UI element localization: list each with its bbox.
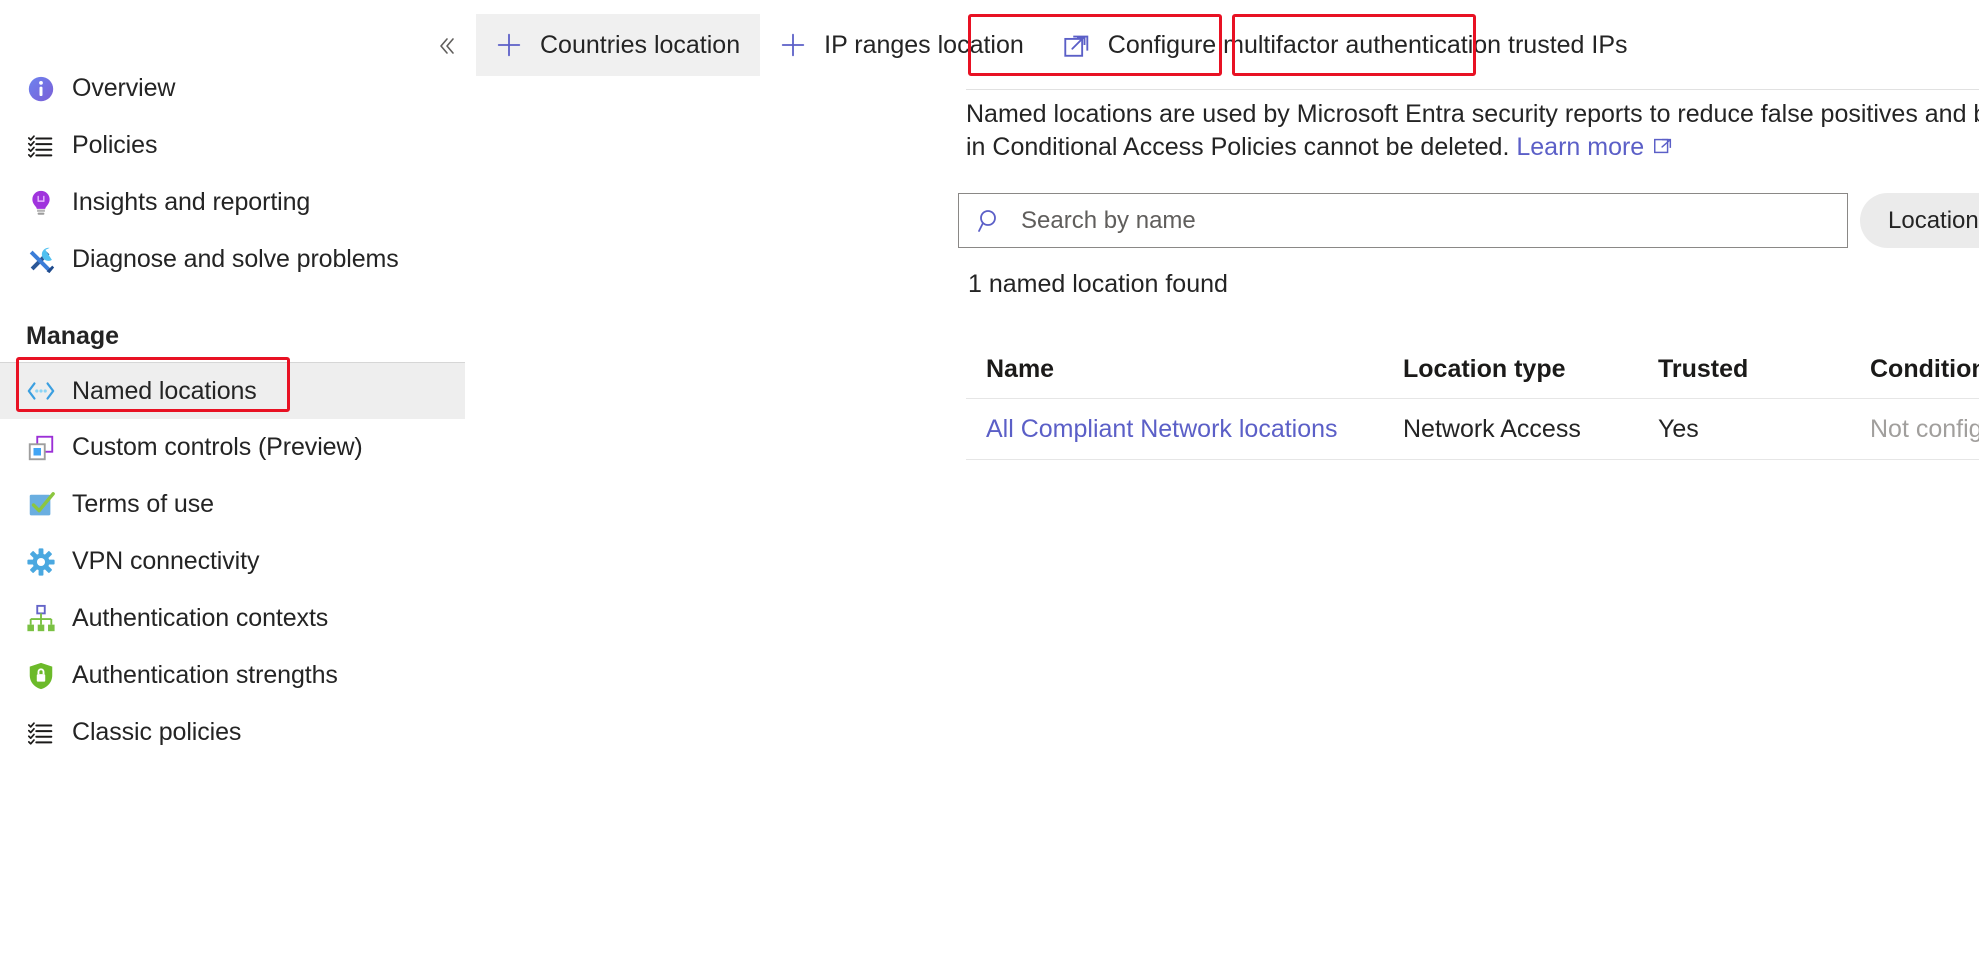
- sidebar-item-label: Terms of use: [72, 490, 214, 518]
- sidebar-item-overview[interactable]: Overview: [0, 60, 465, 117]
- sidebar-section-manage: Manage: [26, 321, 120, 350]
- collapse-sidebar-button[interactable]: [428, 28, 464, 64]
- location-type-filter-pill[interactable]: Location type: A: [1860, 193, 1979, 248]
- named-locations-table: Name Location type Trusted Conditional A…: [966, 340, 1979, 460]
- table-header-row: Name Location type Trusted Conditional A: [966, 340, 1979, 398]
- countries-location-label: Countries location: [540, 30, 741, 59]
- ip-ranges-location-label: IP ranges location: [824, 30, 1024, 59]
- sidebar-item-vpn-connectivity[interactable]: VPN connectivity: [0, 533, 465, 590]
- ip-ranges-location-button[interactable]: IP ranges location: [760, 14, 1044, 76]
- cell-conditional-access: Not configure: [1870, 414, 1979, 443]
- learn-more-label: Learn more: [1516, 133, 1645, 161]
- column-header-conditional-access[interactable]: Conditional A: [1870, 355, 1979, 384]
- plus-icon: [776, 28, 810, 62]
- sidebar-item-label: Insights and reporting: [72, 188, 311, 216]
- description-line-1: Named locations are used by Microsoft En…: [966, 100, 1979, 128]
- result-count: 1 named location found: [968, 270, 1228, 298]
- sidebar-item-label: VPN connectivity: [72, 547, 260, 575]
- checklist-icon: [26, 131, 56, 161]
- sidebar-item-authentication-contexts[interactable]: Authentication contexts: [0, 590, 465, 647]
- sidebar-nav-list: Overview Policies Insights and reporting…: [0, 60, 465, 761]
- description-line-2-text: in Conditional Access Policies cannot be…: [966, 133, 1510, 161]
- sidebar-item-authentication-strengths[interactable]: Authentication strengths: [0, 647, 465, 704]
- sidebar-item-label: Authentication strengths: [72, 661, 338, 689]
- table-row[interactable]: All Compliant Network locations Network …: [966, 398, 1979, 460]
- wrench-screwdriver-icon: [26, 245, 56, 275]
- plus-icon: [492, 28, 526, 62]
- sidebar-item-custom-controls[interactable]: Custom controls (Preview): [0, 419, 465, 476]
- configure-mfa-label: Configure multifactor authentication tru…: [1107, 30, 1628, 59]
- sidebar-item-insights-and-reporting[interactable]: Insights and reporting: [0, 174, 465, 231]
- sidebar: Overview Policies Insights and reporting…: [0, 0, 466, 976]
- command-bar-divider: [966, 89, 1979, 90]
- sidebar-item-named-locations[interactable]: Named locations: [0, 362, 465, 419]
- configure-mfa-trusted-ips-button[interactable]: Configure multifactor authentication tru…: [1044, 14, 1648, 76]
- description-line-2: in Conditional Access Policies cannot be…: [966, 131, 1979, 164]
- column-header-location-type[interactable]: Location type: [1403, 355, 1658, 384]
- external-link-icon: [1652, 133, 1674, 155]
- sidebar-item-terms-of-use[interactable]: Terms of use: [0, 476, 465, 533]
- sidebar-item-label: Custom controls (Preview): [72, 433, 363, 461]
- sidebar-item-label: Diagnose and solve problems: [72, 245, 399, 273]
- main-content: Countries location IP ranges location Co…: [466, 0, 1979, 976]
- app-root: Overview Policies Insights and reporting…: [0, 0, 1979, 976]
- page-description: Named locations are used by Microsoft En…: [966, 98, 1979, 164]
- custom-controls-icon: [26, 433, 56, 463]
- countries-location-button[interactable]: Countries location: [476, 14, 761, 76]
- search-input[interactable]: [1021, 206, 1821, 235]
- search-box[interactable]: [958, 193, 1848, 248]
- sidebar-item-policies[interactable]: Policies: [0, 117, 465, 174]
- gear-icon: [26, 547, 56, 577]
- chevron-double-left-icon: [440, 38, 454, 54]
- cell-location-type: Network Access: [1403, 414, 1581, 443]
- named-locations-icon: [26, 376, 56, 406]
- column-header-trusted[interactable]: Trusted: [1658, 355, 1870, 384]
- sidebar-item-label: Classic policies: [72, 718, 242, 746]
- sidebar-item-classic-policies[interactable]: Classic policies: [0, 704, 465, 761]
- cell-name[interactable]: All Compliant Network locations: [966, 415, 1403, 444]
- info-circle-icon: [26, 74, 56, 104]
- sidebar-item-diagnose-and-solve-problems[interactable]: Diagnose and solve problems: [0, 231, 465, 288]
- lightbulb-icon: [26, 188, 56, 218]
- location-type-filter-label: Location type: A: [1888, 206, 1979, 234]
- search-icon: [975, 206, 1005, 236]
- external-link-icon: [1060, 28, 1094, 62]
- sidebar-item-label: Policies: [72, 131, 158, 159]
- sidebar-item-label: Authentication contexts: [72, 604, 329, 632]
- shield-lock-icon: [26, 661, 56, 691]
- hierarchy-icon: [26, 604, 56, 634]
- command-bar: Countries location IP ranges location Co…: [466, 0, 1979, 90]
- column-header-name[interactable]: Name: [966, 355, 1403, 384]
- checkbox-checked-icon: [26, 490, 56, 520]
- sidebar-item-label: Named locations: [72, 376, 257, 405]
- cell-trusted: Yes: [1658, 414, 1699, 443]
- sidebar-item-label: Overview: [72, 74, 176, 102]
- search-and-filter-row: Location type: A: [958, 193, 1979, 248]
- learn-more-link[interactable]: Learn more: [1516, 133, 1674, 161]
- checklist-icon: [26, 718, 56, 748]
